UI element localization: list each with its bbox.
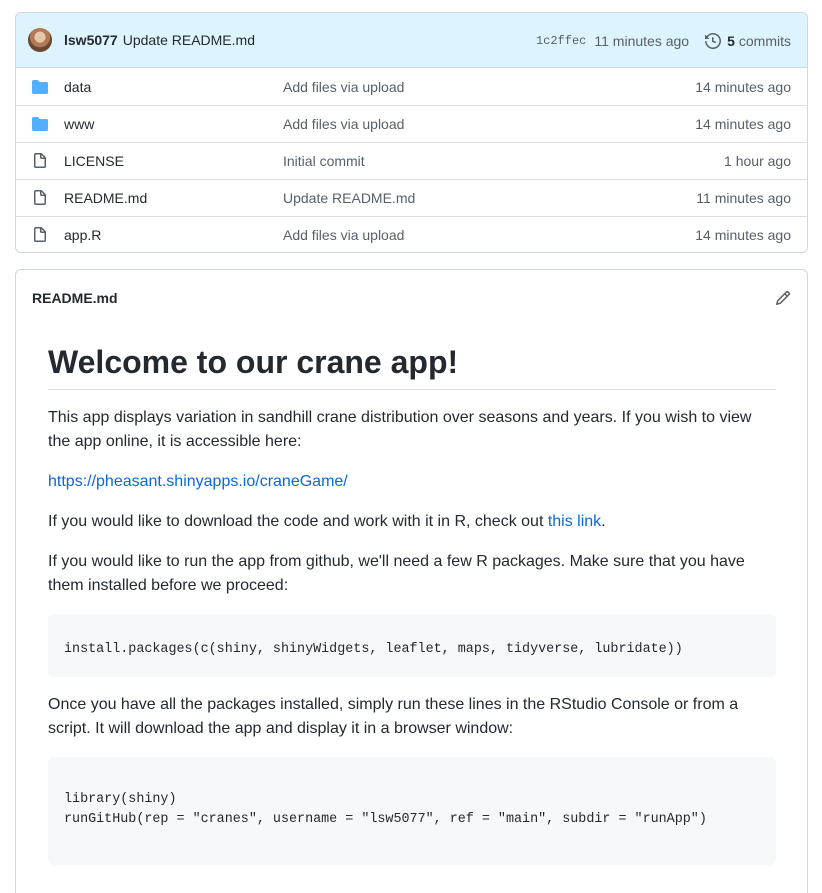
- readme-paragraph-download: If you would like to download the code a…: [48, 510, 776, 534]
- file-name[interactable]: README.md: [64, 190, 147, 206]
- file-commit-message[interactable]: Initial commit: [283, 153, 365, 169]
- commit-author[interactable]: lsw5077: [64, 32, 118, 48]
- download-text-end: .: [601, 513, 606, 530]
- readme-paragraph-packages: If you would like to run the app from gi…: [48, 553, 745, 594]
- file-commit-message[interactable]: Update README.md: [283, 190, 415, 206]
- file-age: 1 hour ago: [724, 153, 791, 169]
- file-icon: [32, 227, 48, 243]
- history-icon[interactable]: [705, 32, 722, 49]
- commit-meta: 1c2ffec 11 minutes ago 5 commits: [536, 13, 791, 68]
- file-age: 14 minutes ago: [695, 78, 791, 95]
- file-row-www[interactable]: www Add files via upload 14 minutes ago: [16, 105, 807, 142]
- readme-panel: README.md Welcome to our crane app! This…: [15, 269, 808, 893]
- file-icon: [32, 153, 48, 169]
- commit-sha[interactable]: 1c2ffec: [536, 34, 586, 48]
- this-link[interactable]: this link: [548, 513, 601, 530]
- code-block-run[interactable]: library(shiny) runGitHub(rep = "cranes", …: [48, 757, 776, 865]
- avatar[interactable]: [28, 28, 52, 52]
- file-commit-message[interactable]: Add files via upload: [283, 227, 404, 243]
- code-line: runGitHub(rep = "cranes", username = "ls…: [64, 812, 707, 827]
- commit-count[interactable]: 5: [727, 33, 735, 49]
- file-name[interactable]: www: [64, 116, 94, 132]
- app-link[interactable]: https://pheasant.shinyapps.io/craneGame/: [48, 473, 348, 490]
- file-name[interactable]: app.R: [64, 227, 101, 243]
- pencil-icon[interactable]: [775, 290, 791, 306]
- file-name[interactable]: LICENSE: [64, 153, 124, 169]
- file-commit-message[interactable]: Add files via upload: [283, 79, 404, 95]
- readme-content: Welcome to our crane app! This app displ…: [48, 326, 776, 881]
- code-line: library(shiny): [64, 792, 177, 807]
- readme-header: README.md: [16, 270, 807, 326]
- file-name[interactable]: data: [64, 79, 91, 95]
- readme-heading: Welcome to our crane app!: [48, 326, 776, 390]
- folder-icon: [32, 116, 48, 132]
- file-row-readme[interactable]: README.md Update README.md 11 minutes ag…: [16, 179, 807, 216]
- readme-paragraph-run: Once you have all the packages installed…: [48, 696, 739, 737]
- download-text: If you would like to download the code a…: [48, 513, 548, 530]
- commit-count-label[interactable]: commits: [739, 33, 791, 49]
- file-icon: [32, 190, 48, 206]
- folder-icon: [32, 79, 48, 95]
- file-browser: lsw5077 Update README.md 1c2ffec 11 minu…: [15, 12, 808, 253]
- readme-paragraph-app-link: https://pheasant.shinyapps.io/craneGame/: [48, 470, 776, 494]
- commit-message[interactable]: Update README.md: [123, 32, 255, 48]
- readme-title[interactable]: README.md: [32, 290, 118, 306]
- file-commit-message[interactable]: Add files via upload: [283, 116, 404, 132]
- commit-time: 11 minutes ago: [594, 32, 690, 49]
- file-row-app-r[interactable]: app.R Add files via upload 14 minutes ag…: [16, 216, 807, 252]
- file-row-data[interactable]: data Add files via upload 14 minutes ago: [16, 68, 807, 105]
- code-block-install[interactable]: install.packages(c(shiny, shinyWidgets, …: [48, 614, 776, 677]
- latest-commit-bar: lsw5077 Update README.md 1c2ffec 11 minu…: [16, 13, 807, 68]
- code-line: install.packages(c(shiny, shinyWidgets, …: [64, 642, 683, 657]
- readme-paragraph-intro: This app displays variation in sandhill …: [48, 409, 752, 450]
- file-age: 11 minutes ago: [696, 190, 791, 206]
- file-age: 14 minutes ago: [695, 116, 791, 132]
- file-age: 14 minutes ago: [695, 227, 791, 243]
- file-row-license[interactable]: LICENSE Initial commit 1 hour ago: [16, 142, 807, 179]
- file-list: data Add files via upload 14 minutes ago…: [16, 68, 807, 252]
